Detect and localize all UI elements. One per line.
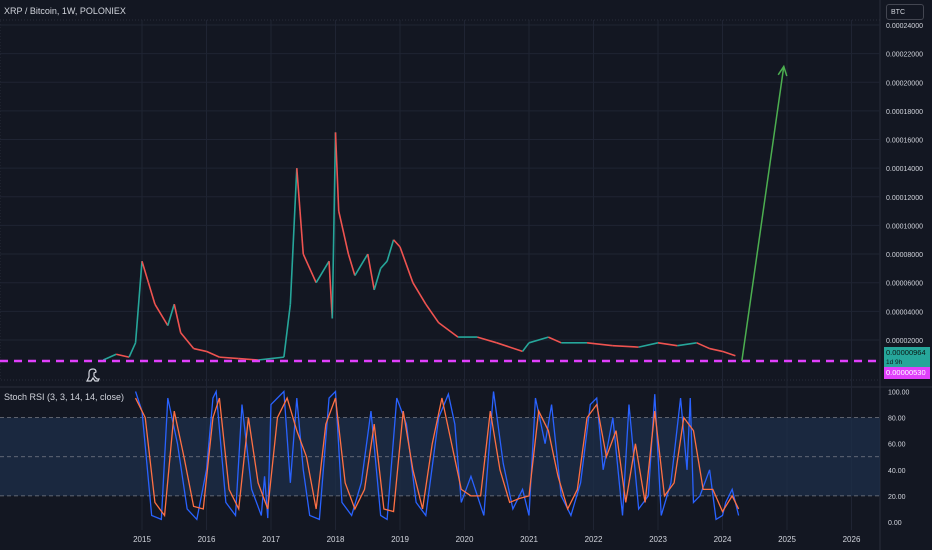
y-tick-label: 0.00022000 — [886, 52, 923, 59]
price-pane-frame — [0, 19, 881, 381]
y-tick-label: 0.00020000 — [886, 80, 923, 87]
x-tick-label: 2026 — [843, 535, 861, 544]
currency-selector[interactable]: BTC — [886, 4, 924, 20]
x-tick-label: 2022 — [585, 535, 603, 544]
x-tick-label: 2025 — [778, 535, 796, 544]
price-segment — [299, 211, 305, 255]
rsi-y-tick-label: 20.00 — [888, 494, 906, 501]
rsi-y-tick-label: 100.00 — [888, 390, 910, 397]
price-segment — [521, 342, 530, 352]
rsi-y-tick-label: 80.00 — [888, 416, 906, 423]
price-segment — [116, 353, 130, 358]
y-tick-label: 0.00008000 — [886, 252, 923, 259]
rsi-y-tick-label: 60.00 — [888, 442, 906, 449]
chart-title: XRP / Bitcoin, 1W, POLONIEX — [4, 6, 126, 16]
price-segment — [167, 303, 176, 326]
stoch-rsi-panel — [0, 389, 880, 521]
x-tick-label: 2021 — [520, 535, 538, 544]
x-tick-label: 2018 — [327, 535, 345, 544]
x-tick-label: 2016 — [198, 535, 216, 544]
price-segment — [141, 260, 150, 283]
current-price-tag: 0.00000964 1d 9h — [884, 347, 930, 369]
rsi-band — [0, 417, 880, 496]
price-segment — [102, 353, 117, 361]
rsi-y-tick-label: 0.00 — [888, 520, 902, 527]
price-segment — [206, 350, 220, 358]
y-tick-label: 0.00014000 — [886, 166, 923, 173]
price-segment — [438, 322, 459, 338]
x-tick-label: 2019 — [391, 535, 409, 544]
price-segment — [696, 342, 710, 350]
y-tick-label: 0.00006000 — [886, 281, 923, 288]
price-segment — [193, 347, 207, 353]
x-tick-label: 2023 — [649, 535, 667, 544]
price-segment — [392, 239, 401, 248]
price-segment — [315, 260, 330, 284]
price-segment — [412, 282, 427, 305]
price-segment — [612, 344, 639, 348]
price-segment — [399, 246, 414, 283]
price-segment — [270, 356, 284, 360]
price-segment — [180, 332, 195, 350]
y-tick-label: 0.00016000 — [886, 138, 923, 145]
price-segment — [657, 342, 678, 347]
support-line-tag: 0.00000530 — [884, 367, 930, 379]
y-tick-label: 0.00010000 — [886, 223, 923, 230]
price-segment — [337, 210, 350, 255]
x-tick-label: 2017 — [262, 535, 280, 544]
y-tick-label: 0.00012000 — [886, 195, 923, 202]
price-series — [102, 132, 736, 361]
price-segment — [354, 253, 369, 276]
price-segment — [147, 282, 156, 305]
y-tick-label: 0.00004000 — [886, 309, 923, 316]
price-segment — [154, 303, 169, 327]
price-segment — [386, 239, 395, 262]
x-tick-label: 2015 — [133, 535, 151, 544]
rsi-y-tick-label: 40.00 — [888, 468, 906, 475]
stoch-rsi-label: Stoch RSI (3, 3, 14, 14, close) — [4, 392, 125, 402]
dino-icon — [86, 368, 100, 382]
price-segment — [586, 342, 613, 347]
price-segment — [709, 347, 723, 353]
y-tick-label: 0.00024000 — [886, 23, 923, 30]
price-segment — [302, 253, 317, 284]
price-segment — [289, 168, 298, 305]
x-tick-label: 2024 — [714, 535, 732, 544]
price-segment — [425, 303, 440, 324]
current-price-value: 0.00000964 — [886, 348, 926, 357]
x-tick-label: 2020 — [456, 535, 474, 544]
price-segment — [380, 260, 388, 269]
price-segment — [496, 342, 523, 353]
price-segment — [366, 253, 375, 290]
price-segment — [134, 261, 143, 343]
price-segment — [283, 304, 292, 358]
price-segment — [128, 342, 137, 358]
y-tick-label: 0.00002000 — [886, 338, 923, 345]
price-segment — [296, 168, 301, 212]
price-segment — [722, 350, 736, 357]
price-segment — [638, 342, 659, 348]
chart: 2015 2016 2017 2018 2019 2020 2021 2022 2023 2024… — [0, 0, 932, 550]
price-segment — [219, 356, 239, 360]
price-segment — [677, 342, 697, 347]
y-tick-label: 0.00018000 — [886, 109, 923, 116]
price-segment — [347, 253, 356, 276]
price-segment — [373, 268, 382, 291]
price-segment — [173, 303, 182, 333]
